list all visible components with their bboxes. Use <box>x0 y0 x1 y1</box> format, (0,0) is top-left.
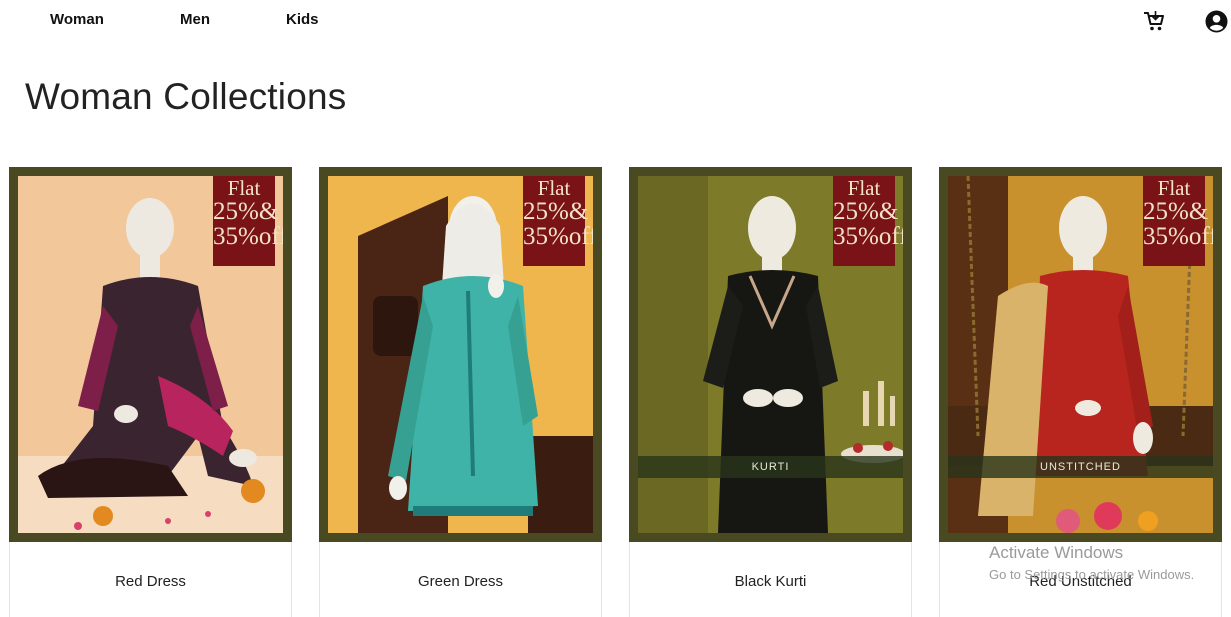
product-card[interactable]: Flat 25%& 35%off KURTI Black Kurti <box>629 167 912 617</box>
product-caption: Green Dress <box>319 542 602 617</box>
page-title: Woman Collections <box>25 76 347 117</box>
product-image[interactable]: Flat 25%& 35%off <box>18 176 283 533</box>
product-image-frame: Flat 25%& 35%off UNSTITCHED <box>939 167 1222 542</box>
discount-badge: Flat 25%& 35%off <box>833 176 903 266</box>
nav-link-woman[interactable]: Woman <box>50 11 104 28</box>
product-name[interactable]: Green Dress <box>320 573 601 590</box>
product-caption: Black Kurti <box>629 542 912 617</box>
badge-line-1: Flat <box>537 176 571 200</box>
top-navigation: Woman Men Kids <box>0 0 1231 40</box>
product-name[interactable]: Black Kurti <box>630 573 911 590</box>
badge-line-1: Flat <box>227 176 261 200</box>
discount-badge: Flat 25%& 35%off <box>523 176 593 266</box>
product-image[interactable]: Flat 25%& 35%off UNSTITCHED <box>948 176 1213 533</box>
product-card[interactable]: Flat 25%& 35%off UNSTITCHED Red Unstitch… <box>939 167 1222 617</box>
account-icon[interactable] <box>1205 10 1228 33</box>
badge-line-3: 35%off <box>213 223 283 250</box>
category-strip: UNSTITCHED <box>948 456 1213 478</box>
product-image[interactable]: Flat 25%& 35%off KURTI <box>638 176 903 533</box>
product-image-frame: Flat 25%& 35%off <box>319 167 602 542</box>
cart-icon[interactable] <box>1143 10 1165 32</box>
badge-line-1: Flat <box>1157 176 1191 200</box>
product-image[interactable]: Flat 25%& 35%off <box>328 176 593 533</box>
product-card[interactable]: Flat 25%& 35%off Green Dress <box>319 167 602 617</box>
nav-link-kids[interactable]: Kids <box>286 11 319 28</box>
product-card[interactable]: Flat 25%& 35%off Red Dress <box>9 167 292 617</box>
badge-line-2: 25%& <box>213 198 279 225</box>
badge-line-2: 25%& <box>1143 198 1209 225</box>
badge-line-3: 35%off <box>833 223 903 250</box>
nav-link-men[interactable]: Men <box>180 11 210 28</box>
badge-line-2: 25%& <box>523 198 589 225</box>
badge-line-3: 35%off <box>523 223 593 250</box>
badge-line-1: Flat <box>847 176 881 200</box>
badge-line-2: 25%& <box>833 198 899 225</box>
product-image-frame: Flat 25%& 35%off <box>9 167 292 542</box>
product-caption: Red Unstitched <box>939 542 1222 617</box>
product-image-frame: Flat 25%& 35%off KURTI <box>629 167 912 542</box>
product-name[interactable]: Red Dress <box>10 573 291 590</box>
discount-badge: Flat 25%& 35%off <box>213 176 283 266</box>
product-name[interactable]: Red Unstitched <box>940 573 1221 590</box>
product-caption: Red Dress <box>9 542 292 617</box>
badge-line-3: 35%off <box>1143 223 1213 250</box>
category-strip: KURTI <box>638 456 903 478</box>
discount-badge: Flat 25%& 35%off <box>1143 176 1213 266</box>
